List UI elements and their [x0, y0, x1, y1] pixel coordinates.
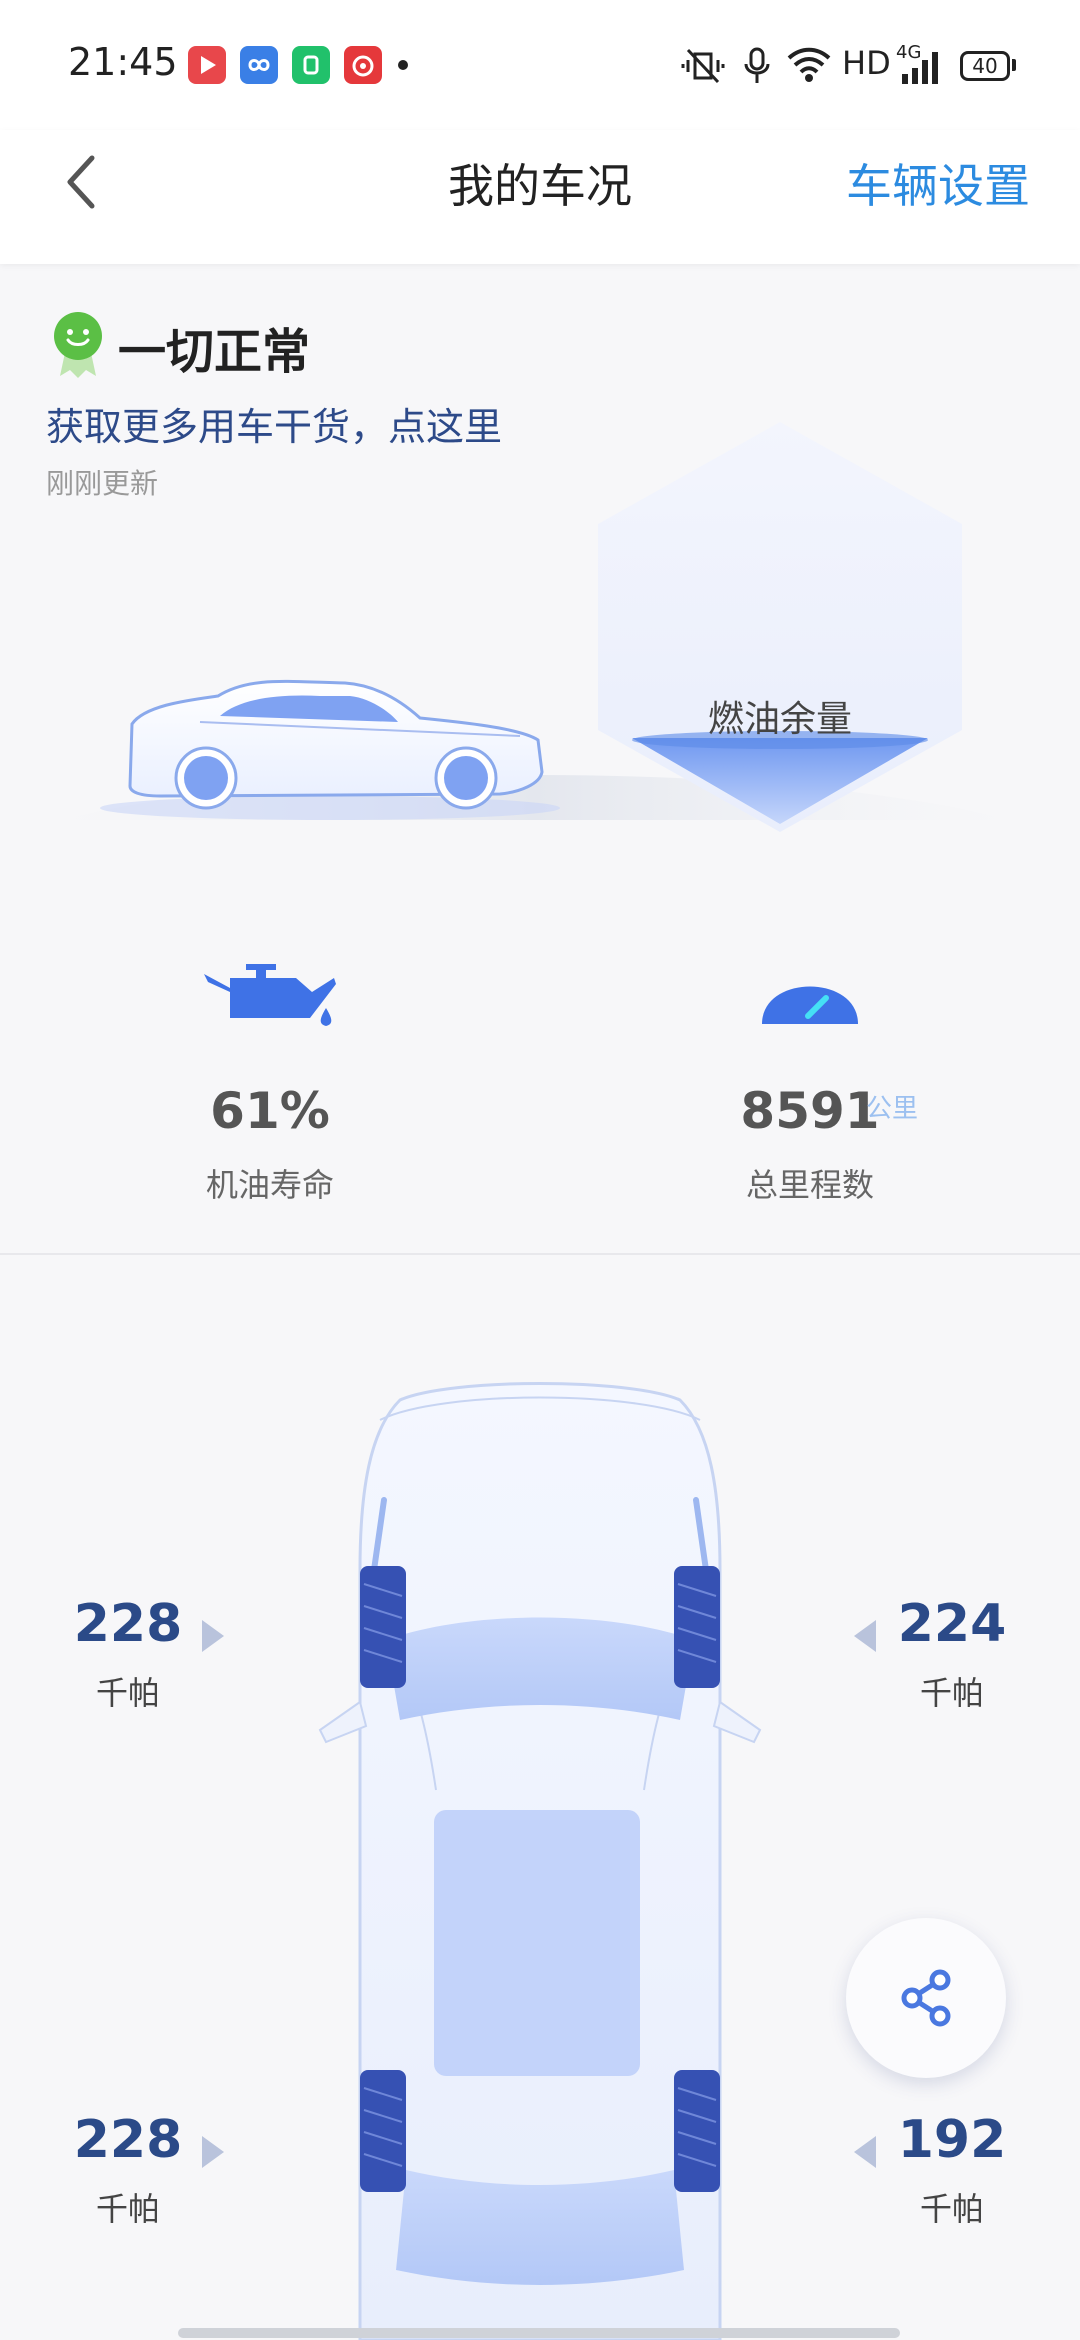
tire-rear-right-pressure: 192 — [897, 2110, 1007, 2170]
oil-life-value: 61% — [210, 1082, 330, 1140]
share-button[interactable] — [846, 1918, 1006, 2078]
status-title: 一切正常 — [118, 324, 311, 380]
smile-badge-icon — [54, 312, 102, 378]
arrow-right-icon — [202, 1620, 224, 1652]
microphone-icon — [744, 47, 770, 83]
battery-icon: 40 — [960, 51, 1010, 81]
tire-rear-left-pressure: 228 — [73, 2110, 183, 2170]
tire-rear-right-unit: 千帕 — [919, 2190, 984, 2228]
section-divider — [0, 1253, 1080, 1255]
infinity-app-icon — [240, 46, 278, 84]
arrow-left-icon — [854, 1620, 876, 1652]
oil-life-label: 机油寿命 — [205, 1166, 334, 1204]
mileage-unit: 公里 — [866, 1094, 919, 1124]
home-indicator[interactable] — [178, 2328, 900, 2338]
video-app-icon — [188, 46, 226, 84]
tire-front-right-pressure: 224 — [897, 1594, 1007, 1654]
status-time: 21:45 — [68, 40, 178, 84]
wifi-icon — [787, 47, 831, 82]
arrow-left-icon — [854, 2136, 876, 2168]
tire-front-right-unit: 千帕 — [919, 1674, 984, 1712]
arrow-right-icon — [202, 2136, 224, 2168]
tire-front-left-pressure: 228 — [73, 1594, 183, 1654]
share-icon — [901, 1969, 951, 2027]
tire-front-left-unit: 千帕 — [95, 1674, 160, 1712]
fuel-level-label: 燃油余量 — [707, 699, 852, 740]
signal-icon — [902, 52, 938, 84]
mileage-label: 总里程数 — [745, 1166, 874, 1204]
notification-dot-icon — [398, 60, 408, 70]
battery-cap — [1012, 59, 1016, 71]
vehicle-settings-button[interactable]: 车辆设置 — [846, 150, 1030, 216]
mute-vibrate-icon — [681, 48, 725, 84]
car-top-view-illustration — [318, 1382, 762, 2340]
oil-can-icon — [204, 964, 336, 1026]
car-fuel-illustration — [60, 422, 1010, 832]
green-app-icon — [292, 46, 330, 84]
tire-rear-left-unit: 千帕 — [95, 2190, 160, 2228]
music-app-icon — [344, 46, 382, 84]
hd-indicator: HD — [842, 44, 891, 82]
speedometer-icon — [762, 986, 858, 1024]
